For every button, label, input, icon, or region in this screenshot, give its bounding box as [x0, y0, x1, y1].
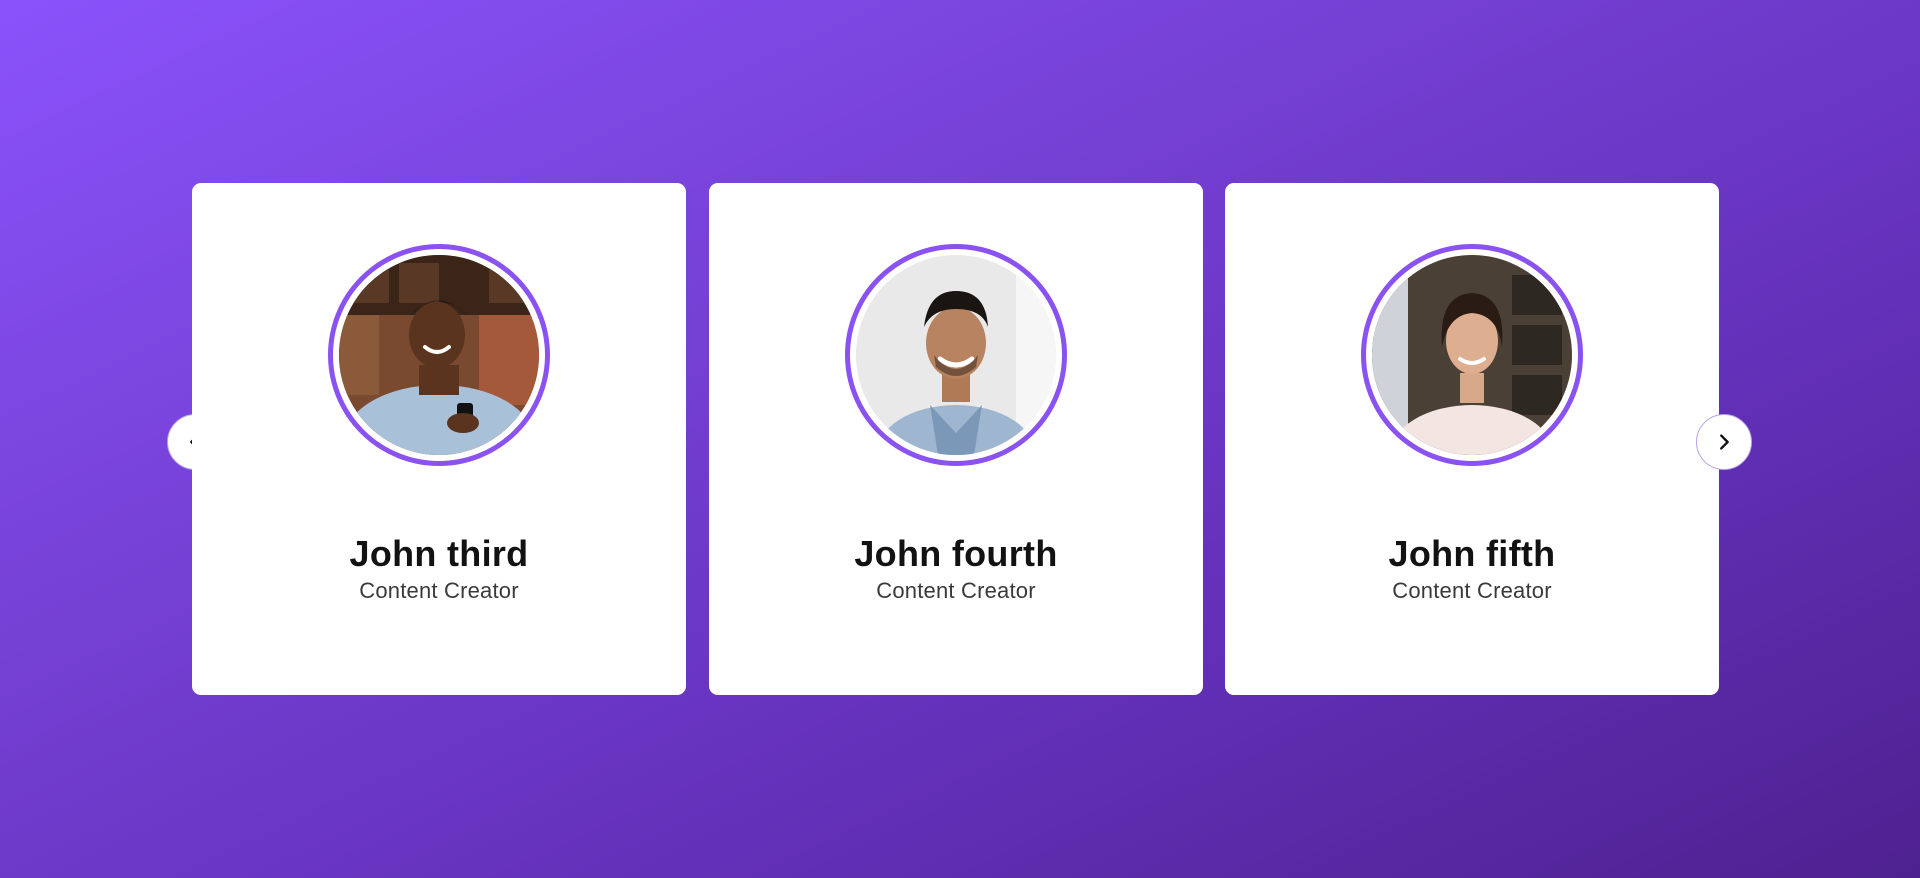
- card-name: John fifth: [1388, 533, 1556, 574]
- card-name: John fourth: [854, 533, 1058, 574]
- card-name: John third: [349, 533, 529, 574]
- avatar: [339, 255, 539, 455]
- avatar: [1372, 255, 1572, 455]
- card-role: Content Creator: [876, 578, 1036, 603]
- chevron-right-icon: [1720, 434, 1729, 450]
- profile-card: John third Content Creator: [192, 183, 686, 695]
- avatar-ring: [328, 244, 550, 466]
- card-role: Content Creator: [359, 578, 519, 603]
- card-role: Content Creator: [1392, 578, 1552, 603]
- next-button[interactable]: [1696, 414, 1752, 470]
- avatar: [856, 255, 1056, 455]
- avatar-ring: [845, 244, 1067, 466]
- profile-card: John fourth Content Creator: [709, 183, 1203, 695]
- profile-card: John fifth Content Creator: [1225, 183, 1719, 695]
- team-carousel: John third Content Creator John fourth C: [0, 0, 1920, 878]
- avatar-ring: [1361, 244, 1583, 466]
